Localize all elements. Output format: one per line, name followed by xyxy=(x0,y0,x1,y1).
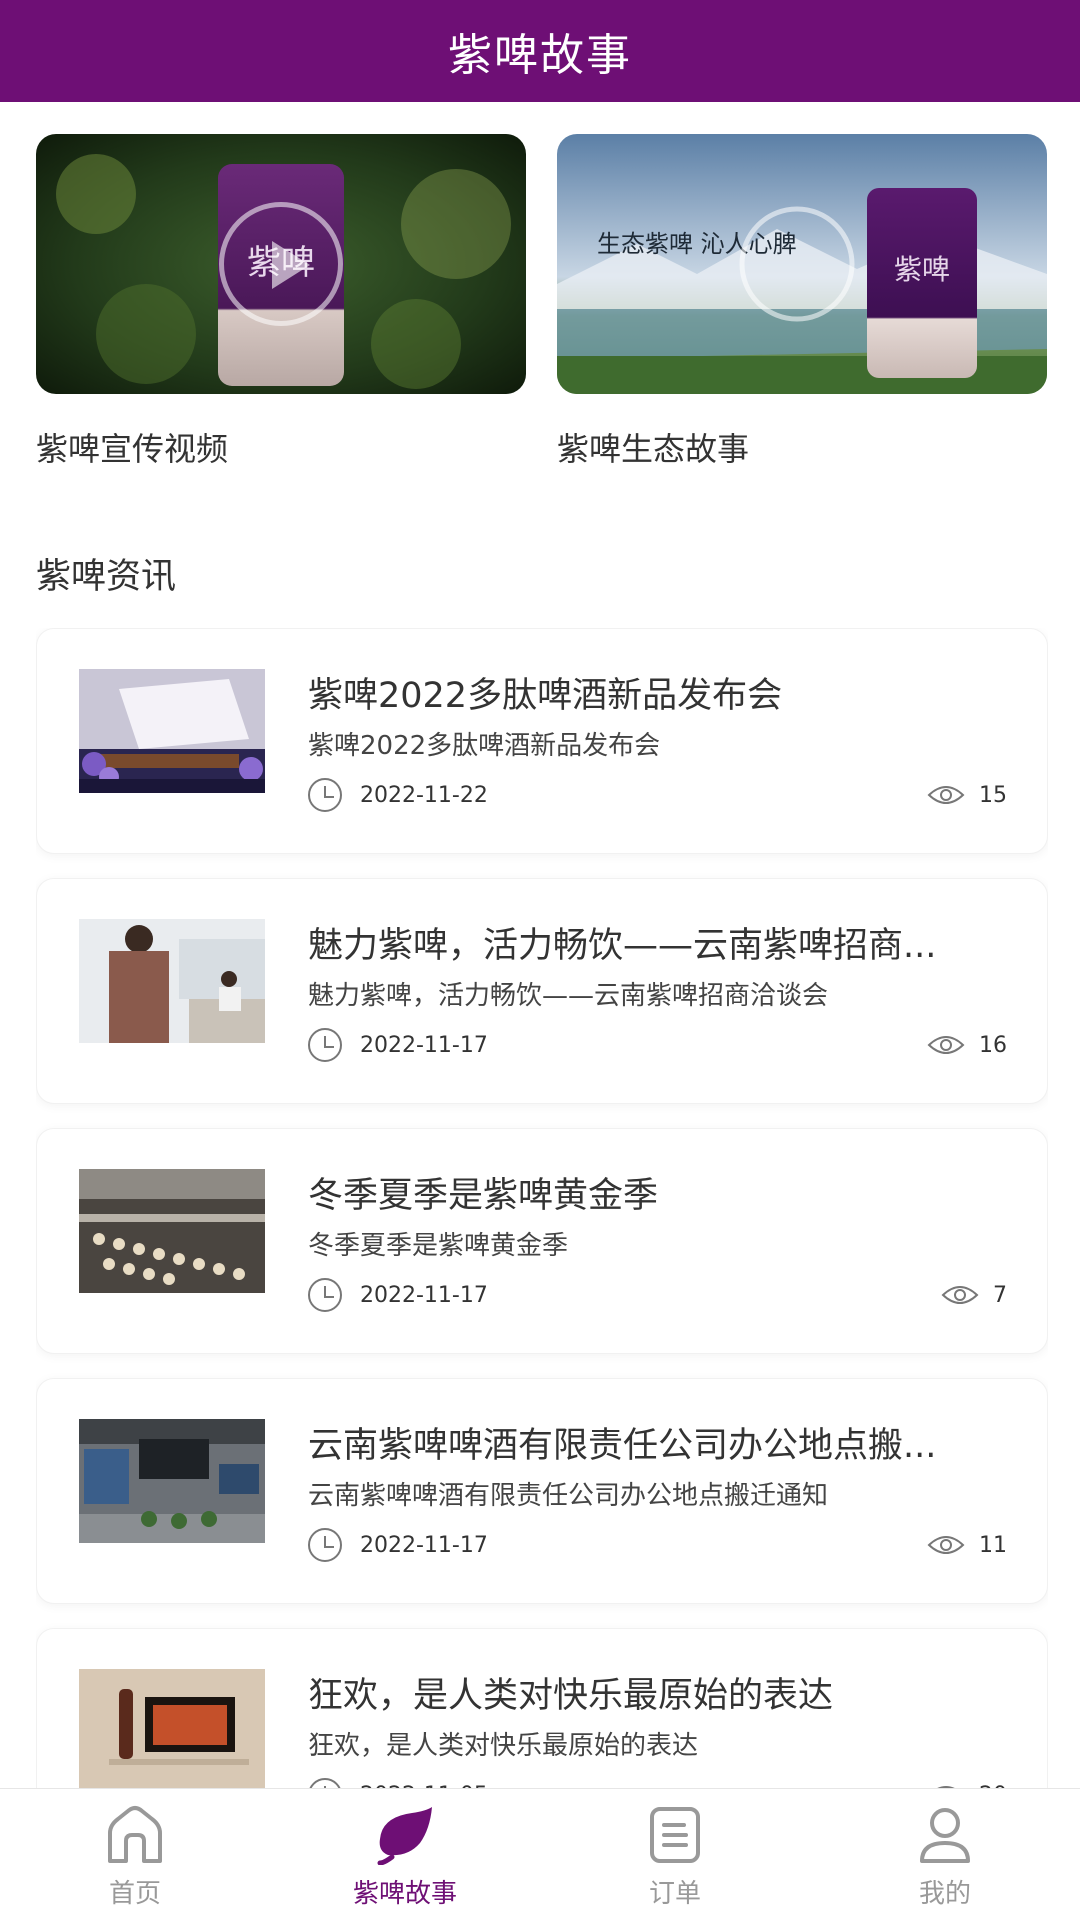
can-label: 紫啤 xyxy=(894,253,950,286)
tab-label: 我的 xyxy=(918,1879,971,1909)
news-date: 2022-11-17 xyxy=(360,1282,488,1308)
news-views: 16 xyxy=(927,1027,1007,1063)
news-views: 20 xyxy=(927,1777,1007,1788)
news-title: 狂欢，是人类对快乐最原始的表达 xyxy=(308,1676,834,1716)
view-count: 7 xyxy=(993,1282,1007,1308)
clock-icon xyxy=(308,1028,342,1062)
news-date-row: 2022-11-17 xyxy=(308,1527,488,1563)
news-card[interactable]: 狂欢，是人类对快乐最原始的表达 狂欢，是人类对快乐最原始的表达 2022-11-… xyxy=(36,1628,1048,1788)
clock-icon xyxy=(308,1278,342,1312)
tab-orders[interactable]: 订单 xyxy=(540,1789,810,1920)
order-icon xyxy=(650,1807,700,1863)
eco-story-thumbnail[interactable]: 生态紫啤 沁人心脾 紫啤 xyxy=(557,134,1047,394)
app-header: 紫啤故事 xyxy=(0,0,1080,102)
news-subtitle: 云南紫啤啤酒有限责任公司办公地点搬迁通知 xyxy=(308,1481,829,1511)
eco-story-label: 紫啤生态故事 xyxy=(557,430,750,468)
eye-icon xyxy=(927,1036,965,1054)
tab-story[interactable]: 紫啤故事 xyxy=(270,1789,540,1920)
news-subtitle: 冬季夏季是紫啤黄金季 xyxy=(308,1231,569,1261)
news-card[interactable]: 魅力紫啤，活力畅饮——云南紫啤招商... 魅力紫啤，活力畅饮——云南紫啤招商洽谈… xyxy=(36,878,1048,1104)
news-date-row: 2022-11-22 xyxy=(308,777,488,813)
news-list[interactable]: 紫啤2022多肽啤酒新品发布会 紫啤2022多肽啤酒新品发布会 2022-11-… xyxy=(36,628,1048,1788)
news-thumbnail xyxy=(79,669,265,793)
news-date: 2022-11-22 xyxy=(360,782,488,808)
news-title: 紫啤2022多肽啤酒新品发布会 xyxy=(308,676,783,716)
home-icon xyxy=(108,1806,162,1863)
view-count: 11 xyxy=(979,1532,1007,1558)
news-card[interactable]: 紫啤2022多肽啤酒新品发布会 紫啤2022多肽啤酒新品发布会 2022-11-… xyxy=(36,628,1048,854)
news-date: 2022-11-17 xyxy=(360,1532,488,1558)
news-views: 7 xyxy=(941,1277,1007,1313)
view-count: 16 xyxy=(979,1032,1007,1058)
news-thumbnail xyxy=(79,919,265,1043)
news-thumbnail xyxy=(79,1419,265,1543)
news-thumbnail xyxy=(79,1169,265,1293)
news-date-row: 2022-11-17 xyxy=(308,1277,488,1313)
feature-section: 紫啤 紫啤宣传视频 生态紫啤 沁人心脾 紫啤 紫啤生态故事 xyxy=(0,102,1080,494)
news-subtitle: 紫啤2022多肽啤酒新品发布会 xyxy=(308,731,661,761)
news-date-row: 2022-11-17 xyxy=(308,1027,488,1063)
news-title: 云南紫啤啤酒有限责任公司办公地点搬... xyxy=(308,1426,937,1466)
news-subtitle: 魅力紫啤，活力畅饮——云南紫啤招商洽谈会 xyxy=(308,981,829,1011)
news-views: 11 xyxy=(927,1527,1007,1563)
clock-icon xyxy=(308,1778,342,1788)
news-card[interactable]: 云南紫啤啤酒有限责任公司办公地点搬... 云南紫啤啤酒有限责任公司办公地点搬迁通… xyxy=(36,1378,1048,1604)
news-views: 15 xyxy=(927,777,1007,813)
tab-label: 紫啤故事 xyxy=(352,1879,457,1909)
eco-slogan: 生态紫啤 沁人心脾 xyxy=(597,230,797,258)
view-count: 15 xyxy=(979,782,1007,808)
page-title: 紫啤故事 xyxy=(448,30,632,81)
news-title: 冬季夏季是紫啤黄金季 xyxy=(308,1176,659,1216)
tab-label: 订单 xyxy=(648,1879,701,1909)
eco-story-card[interactable]: 生态紫啤 沁人心脾 紫啤 紫啤生态故事 xyxy=(557,134,1047,470)
bottom-tab-bar: 首页 紫啤故事 订单 我的 xyxy=(0,1788,1080,1920)
news-section-title: 紫啤资讯 xyxy=(36,557,177,597)
news-subtitle: 狂欢，是人类对快乐最原始的表达 xyxy=(308,1731,699,1761)
news-card[interactable]: 冬季夏季是紫啤黄金季 冬季夏季是紫啤黄金季 2022-11-17 7 xyxy=(36,1128,1048,1354)
news-date-row: 2022-11-05 xyxy=(308,1777,488,1788)
promo-video-thumbnail[interactable]: 紫啤 xyxy=(36,134,526,394)
news-title: 魅力紫啤，活力畅饮——云南紫啤招商... xyxy=(308,926,937,966)
grape-leaf-icon xyxy=(377,1807,432,1865)
play-icon[interactable] xyxy=(219,202,343,326)
promo-video-label: 紫啤宣传视频 xyxy=(36,430,229,468)
tab-profile[interactable]: 我的 xyxy=(810,1789,1080,1920)
promo-video-card[interactable]: 紫啤 紫啤宣传视频 xyxy=(36,134,526,470)
tab-home[interactable]: 首页 xyxy=(0,1789,270,1920)
news-date: 2022-11-17 xyxy=(360,1032,488,1058)
clock-icon xyxy=(308,1528,342,1562)
clock-icon xyxy=(308,778,342,812)
tab-label: 首页 xyxy=(108,1879,161,1909)
eye-icon xyxy=(927,786,965,804)
eye-icon xyxy=(941,1286,979,1304)
user-icon xyxy=(920,1808,970,1863)
eco-story-image: 生态紫啤 沁人心脾 紫啤 xyxy=(557,134,1047,394)
news-thumbnail xyxy=(79,1669,265,1788)
eye-icon xyxy=(927,1536,965,1554)
